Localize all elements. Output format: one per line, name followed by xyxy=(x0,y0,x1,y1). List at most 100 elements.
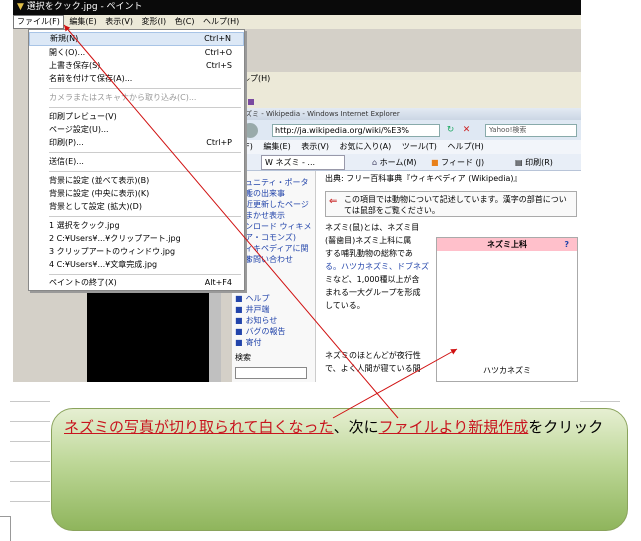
paint-canvas[interactable] xyxy=(87,290,209,382)
menu-colors[interactable]: 色(C) xyxy=(172,15,198,29)
para-line: まれる一大グループを形成 xyxy=(325,288,421,297)
ie-menu-tools[interactable]: ツール(T) xyxy=(402,142,437,151)
sidebar-link[interactable]: ア・コモンズ) xyxy=(245,232,296,243)
taxobox-header: ネズミ上科 ? xyxy=(437,238,577,251)
sidebar-link-bug-report[interactable]: ■ バグの報告 xyxy=(235,326,286,337)
para-line: ミなど、1,000種以上が含 xyxy=(325,275,420,284)
article-source: 出典: フリー百科事典『ウィキペディア (Wikipedia)』 xyxy=(325,174,522,183)
article-notice: ⇐ この項目では動物について記述しています。漢字の部首については鼠部をご覧くださ… xyxy=(325,191,577,217)
menu-item-wallpaper-stretch[interactable]: 背景として設定 (拡大)(D) xyxy=(29,200,244,214)
menu-item-save[interactable]: 上書き保存(S) Ctrl+S xyxy=(29,59,244,73)
sidebar-link[interactable]: ンロード ウィキメ xyxy=(245,221,312,232)
menu-separator xyxy=(49,152,241,153)
paint-title-bar: ▼ 選択をクック.jpg - ペイント xyxy=(13,0,581,15)
sidebar-search-label: 検索 xyxy=(235,353,251,362)
menu-item-open[interactable]: 開く(O)... Ctrl+O xyxy=(29,46,244,60)
document-rule-line xyxy=(10,421,50,422)
menu-item-save-as[interactable]: 名前を付けて保存(A)... xyxy=(29,72,244,86)
callout-highlight-1: ネズミの写真が切り取られて白くなった xyxy=(64,418,334,436)
url-field[interactable]: http://ja.wikipedia.org/wiki/%E3% xyxy=(272,124,440,137)
paint-toolbox-area xyxy=(13,290,87,382)
ie-menu-view[interactable]: 表示(V) xyxy=(301,142,329,151)
menu-item-recent-1[interactable]: 1 選択をクック.jpg xyxy=(29,219,244,233)
menu-item-page-setup[interactable]: ページ設定(U)... xyxy=(29,123,244,137)
menu-view[interactable]: 表示(V) xyxy=(102,15,136,29)
disambiguation-icon: ⇐ xyxy=(329,196,338,207)
menu-item-wallpaper-tile[interactable]: 背景に設定 (並べて表示)(B) xyxy=(29,174,244,188)
ie-tab[interactable]: W ネズミ - ... xyxy=(261,155,345,170)
ie-menu-help[interactable]: ヘルプ(H) xyxy=(447,142,483,151)
wiki-article: 出典: フリー百科事典『ウィキペディア (Wikipedia)』 ⇐ この項目で… xyxy=(319,171,581,382)
taxobox-title: ネズミ上科 xyxy=(487,240,527,249)
sidebar-search-input[interactable] xyxy=(235,367,307,379)
background-window-menubar: ヘルプ(H) xyxy=(232,72,581,86)
menu-item-new[interactable]: 新規(N) Ctrl+N xyxy=(29,32,244,46)
feed-button[interactable]: ■ フィード (J) xyxy=(431,154,484,171)
home-icon: ⌂ xyxy=(372,158,378,167)
callout-text: ネズミの写真が切り取られて白くなった、次にファイルより新規作成をクリック xyxy=(64,415,609,439)
file-menu-dropdown: 新規(N) Ctrl+N 開く(O)... Ctrl+O 上書き保存(S) Ctrl+… xyxy=(28,29,245,291)
print-button[interactable]: ▤ 印刷(R) xyxy=(515,154,553,171)
sidebar-link[interactable]: 近の出来事 xyxy=(245,188,285,199)
ie-address-bar: http://ja.wikipedia.org/wiki/%E3% ↻ ✕ Ya… xyxy=(232,120,581,140)
callout-highlight-2: ファイルより新規作成 xyxy=(378,418,529,436)
menu-item-recent-2[interactable]: 2 C:¥Users¥...¥クリップアート.jpg xyxy=(29,232,244,246)
sidebar-link[interactable]: まかせ表示 xyxy=(245,210,285,221)
para-line: する哺乳動物の総称であ xyxy=(325,249,413,258)
menu-item-wallpaper-center[interactable]: 背景に設定 (中央に表示)(K) xyxy=(29,187,244,201)
feed-icon: ■ xyxy=(431,158,439,167)
document-rule-line xyxy=(10,441,50,442)
notice-text: この項目では動物について記述しています。漢字の部首については鼠部をご覧ください。 xyxy=(344,195,567,215)
taxobox-help-link[interactable]: ? xyxy=(564,238,569,251)
callout-connector: 、次に xyxy=(333,418,379,436)
article-paragraph-2: ネズミのほとんどが夜行性 で、よく人間が寝ている間 xyxy=(325,349,433,375)
para-line: で、よく人間が寝ている間 xyxy=(325,364,421,373)
print-label: 印刷(R) xyxy=(525,158,553,167)
sidebar-link-news[interactable]: ■ お知らせ xyxy=(235,315,277,326)
menu-item-recent-4[interactable]: 4 C:¥Users¥...¥文章完成.jpg xyxy=(29,258,244,272)
screenshot-area: ▼ 選択をクック.jpg - ペイント ファイル(F) 編集(E) 表示(V) … xyxy=(13,0,581,382)
refresh-icon[interactable]: ↻ xyxy=(444,124,457,137)
menu-separator xyxy=(49,107,241,108)
paint-scrollbar[interactable] xyxy=(209,290,221,382)
menu-image[interactable]: 変形(I) xyxy=(139,15,170,29)
menu-item-print-preview[interactable]: 印刷プレビュー(V) xyxy=(29,110,244,124)
para-line: ネズミ(鼠)とは、ネズミ目 xyxy=(325,223,420,232)
paint-window-title: 選択をクック.jpg - ペイント xyxy=(26,2,143,12)
taxobox-caption: ハツカネズミ xyxy=(483,366,531,375)
menu-separator xyxy=(49,171,241,172)
feed-label: フィード (J) xyxy=(441,158,485,167)
menu-separator xyxy=(49,216,241,217)
sidebar-link-donate[interactable]: ■ 寄付 xyxy=(235,337,262,348)
menu-separator xyxy=(49,274,241,275)
menu-item-send[interactable]: 送信(E)... xyxy=(29,155,244,169)
document-rule-line xyxy=(10,401,50,402)
ie-menubar: ル(F) 編集(E) 表示(V) お気に入り(A) ツール(T) ヘルプ(H) xyxy=(232,140,581,154)
para-line: ネズミのほとんどが夜行性 xyxy=(325,351,421,360)
home-label: ホーム(M) xyxy=(379,158,417,167)
paint-app-icon: ▼ xyxy=(17,2,24,12)
document-rule-line xyxy=(580,401,620,402)
menu-item-recent-3[interactable]: 3 クリップアートのウィンドウ.jpg xyxy=(29,245,244,259)
stop-icon[interactable]: ✕ xyxy=(460,124,473,137)
ie-window: ネズミ - Wikipedia - Windows Internet Explo… xyxy=(232,108,581,382)
sidebar-link-village-pump[interactable]: ■ 井戸端 xyxy=(235,304,270,315)
document-rule-line xyxy=(10,501,50,502)
print-icon: ▤ xyxy=(515,158,523,167)
para-line: している。 xyxy=(325,301,365,310)
callout-tail: をクリック xyxy=(528,418,604,436)
menu-file[interactable]: ファイル(F) xyxy=(13,15,64,29)
sidebar-link[interactable]: お問い合わせ xyxy=(245,254,293,265)
menu-edit[interactable]: 編集(E) xyxy=(66,15,99,29)
document-rule-line xyxy=(10,481,50,482)
sidebar-link-help[interactable]: ■ ヘルプ xyxy=(235,293,270,304)
menu-item-print[interactable]: 印刷(P)... Ctrl+P xyxy=(29,136,244,150)
menu-help[interactable]: ヘルプ(H) xyxy=(200,15,242,29)
sidebar-link[interactable]: 近更新したページ xyxy=(245,199,309,210)
menu-item-exit[interactable]: ペイントの終了(X) Alt+F4 xyxy=(29,276,244,290)
ie-menu-edit[interactable]: 編集(E) xyxy=(263,142,290,151)
ie-menu-favorites[interactable]: お気に入り(A) xyxy=(340,142,392,151)
home-button[interactable]: ⌂ ホーム(M) xyxy=(372,154,417,171)
search-input[interactable]: Yahoo!検索 xyxy=(485,124,577,137)
menu-item-scanner: カメラまたはスキャナから取り込み(C)... xyxy=(49,93,197,102)
